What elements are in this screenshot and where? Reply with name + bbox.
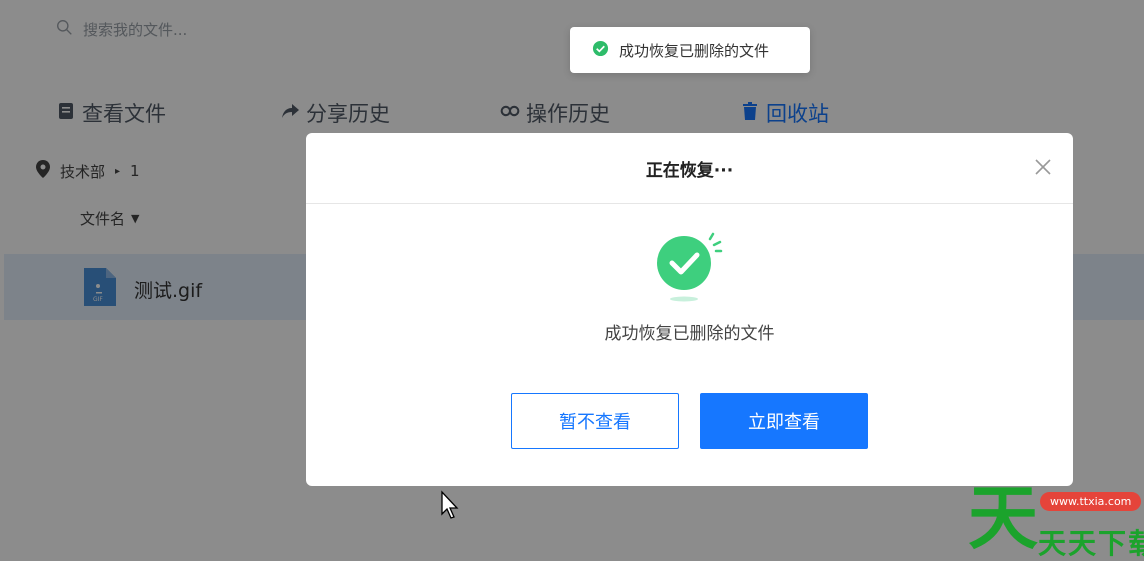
watermark-url: www.ttxia.com [1040, 492, 1142, 511]
check-circle-icon [592, 40, 609, 61]
watermark-text: 天天下载 [1038, 527, 1144, 560]
success-toast: 成功恢复已删除的文件 [570, 27, 810, 73]
watermark-logo: 天 www.ttxia.com 天天下载 [968, 478, 1144, 561]
dismiss-button[interactable]: 暂不查看 [511, 393, 679, 449]
mouse-cursor-icon [440, 490, 460, 520]
page: 搜索我的文件... 查看文件 分享历史 操作历史 回收站 技术部 ▸ 1 文件名… [0, 0, 1144, 561]
dialog-header: 正在恢复··· [306, 133, 1073, 204]
dialog-message: 成功恢复已删除的文件 [604, 324, 775, 344]
toast-message: 成功恢复已删除的文件 [619, 41, 770, 60]
success-check-icon [652, 231, 726, 305]
dialog-title: 正在恢复··· [645, 160, 734, 181]
watermark-big-char: 天 [968, 477, 1038, 559]
view-now-button[interactable]: 立即查看 [700, 393, 868, 449]
restore-dialog: 正在恢复··· 成功恢复已删除的文件 暂不查看 立即查看 [306, 133, 1073, 486]
close-icon[interactable] [1033, 157, 1053, 177]
